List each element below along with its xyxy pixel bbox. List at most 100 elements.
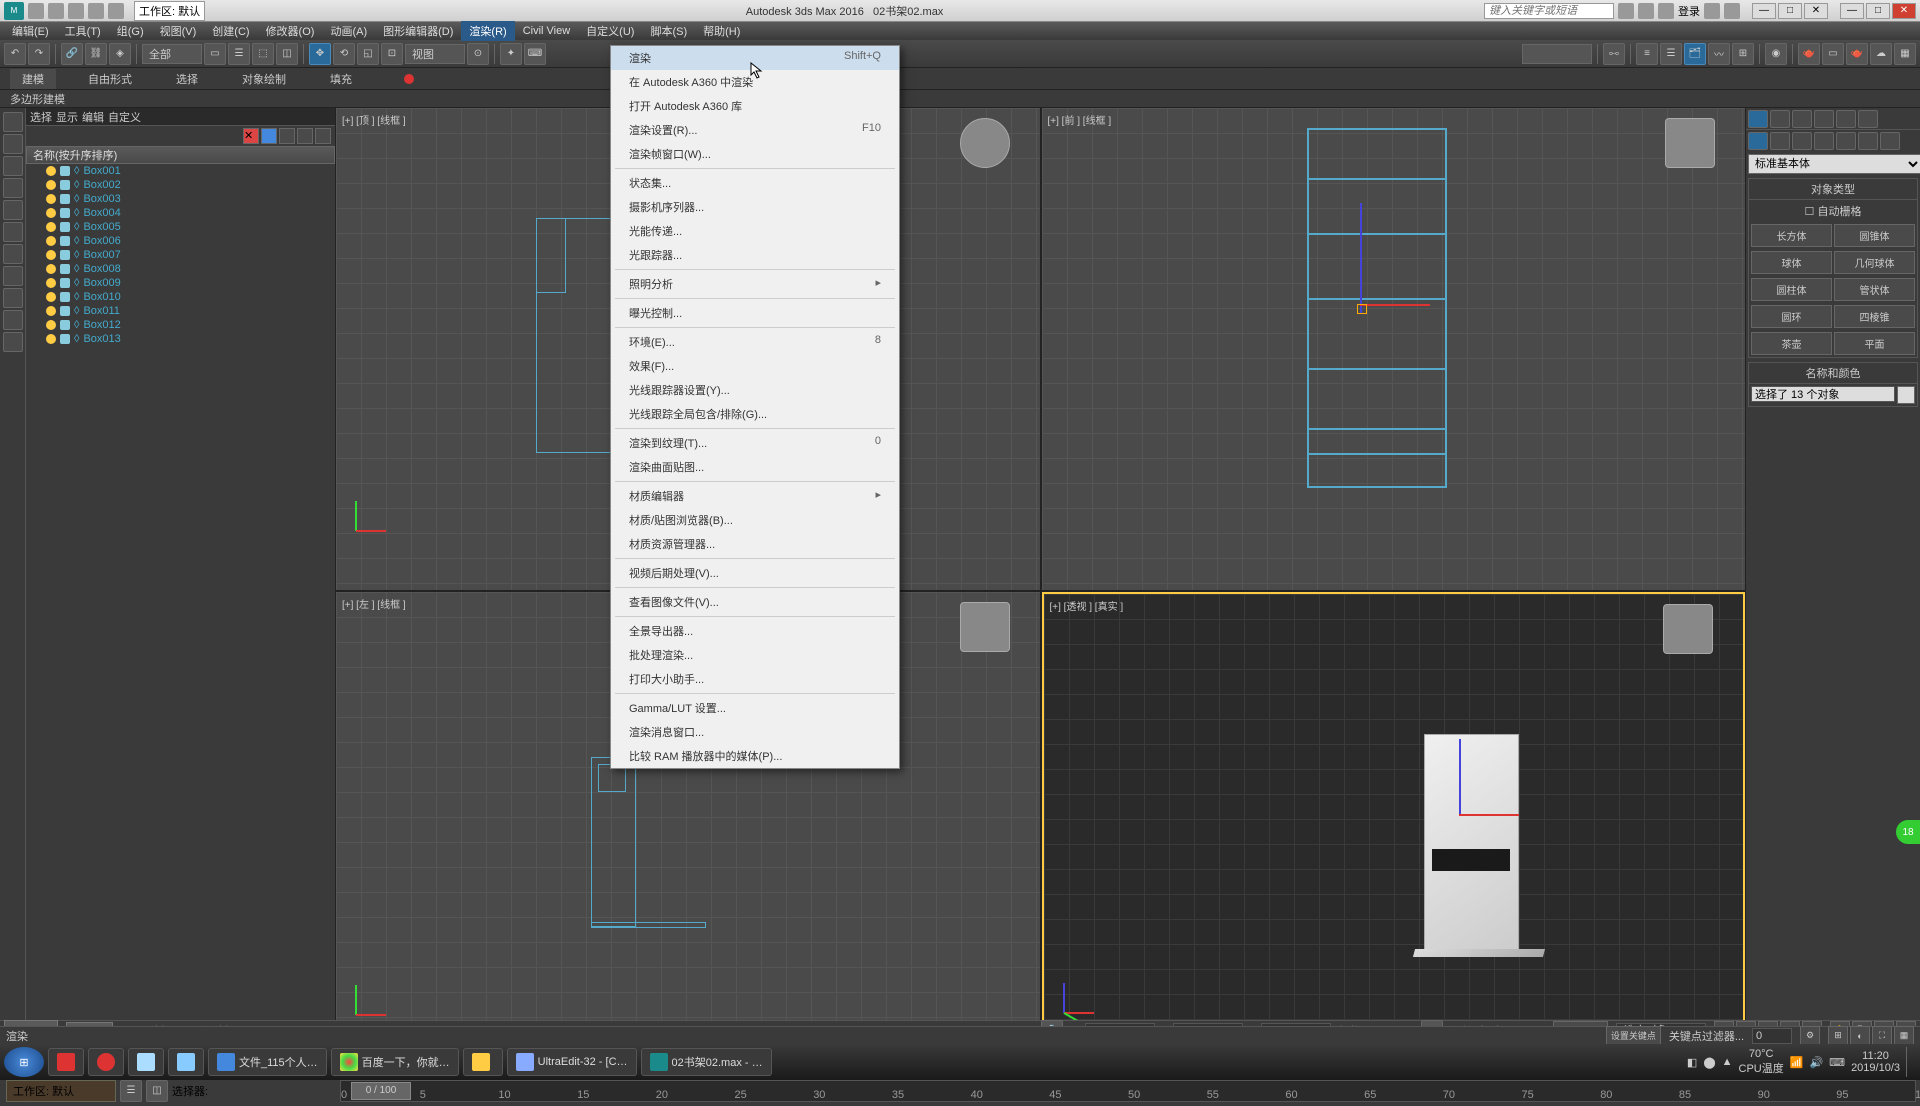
viewport-label[interactable]: [+] [顶 ] [线框 ]: [342, 112, 406, 127]
se-view-button[interactable]: [297, 128, 313, 144]
menu-自定义(U)[interactable]: 自定义(U): [578, 21, 642, 41]
menu-item[interactable]: 全景导出器...: [611, 619, 899, 643]
render-frame-button[interactable]: ▭: [1822, 43, 1844, 65]
tab-custom[interactable]: 自定义: [108, 109, 141, 125]
menu-item[interactable]: 渲染消息窗口...: [611, 720, 899, 744]
color-swatch[interactable]: [1897, 386, 1915, 404]
menu-item[interactable]: 查看图像文件(V)...: [611, 590, 899, 614]
list-item[interactable]: ◊Box002: [26, 178, 335, 192]
list-item[interactable]: ◊Box007: [26, 248, 335, 262]
list-item[interactable]: ◊Box012: [26, 318, 335, 332]
primitive-button[interactable]: 几何球体: [1834, 251, 1915, 274]
tray-icon[interactable]: ◧: [1687, 1056, 1697, 1069]
task-item[interactable]: [128, 1048, 164, 1076]
inner-close-button[interactable]: ✕: [1804, 3, 1828, 19]
filter-spacewarps-icon[interactable]: [3, 222, 23, 242]
inner-restore-button[interactable]: □: [1778, 3, 1802, 19]
qat-save-icon[interactable]: [68, 3, 84, 19]
list-item[interactable]: ◊Box013: [26, 332, 335, 346]
primitive-button[interactable]: 圆环: [1751, 305, 1832, 328]
viewport-label[interactable]: [+] [前 ] [线框 ]: [1048, 112, 1112, 127]
render-gallery-button[interactable]: ▦: [1894, 43, 1916, 65]
task-item[interactable]: [88, 1048, 124, 1076]
ribbon-tab[interactable]: 对象绘制: [230, 69, 298, 89]
key-filter-button[interactable]: 关键点过滤器...: [1669, 1028, 1744, 1044]
viewcube-icon[interactable]: [960, 118, 1010, 168]
scene-explorer-button[interactable]: 🗂: [1684, 43, 1706, 65]
close-button[interactable]: ✕: [1892, 3, 1916, 19]
filter-containers-icon[interactable]: [3, 310, 23, 330]
filter-geometry-icon[interactable]: [3, 112, 23, 132]
ref-coord-dropdown[interactable]: 视图: [405, 44, 465, 64]
menu-item[interactable]: 摄影机序列器...: [611, 195, 899, 219]
list-item[interactable]: ◊Box006: [26, 234, 335, 248]
tab-display[interactable]: 显示: [56, 109, 78, 125]
menu-item[interactable]: 在 Autodesk A360 中渲染: [611, 70, 899, 94]
infocenter-icon[interactable]: [1618, 3, 1634, 19]
menu-item[interactable]: Gamma/LUT 设置...: [611, 696, 899, 720]
keyboard-shortcut-button[interactable]: ⌨: [524, 43, 546, 65]
viewport-perspective[interactable]: [+] [透视 ] [真实 ]: [1042, 592, 1746, 1074]
select-by-name-button[interactable]: ☰: [228, 43, 250, 65]
primitive-button[interactable]: 球体: [1751, 251, 1832, 274]
select-object-button[interactable]: ▭: [204, 43, 226, 65]
qat-open-icon[interactable]: [48, 3, 64, 19]
viewcube-icon[interactable]: [1663, 604, 1713, 654]
task-item[interactable]: [168, 1048, 204, 1076]
task-item[interactable]: 文件_115个人…: [208, 1048, 327, 1076]
manipulate-button[interactable]: ✦: [500, 43, 522, 65]
create-tab-icon[interactable]: [1748, 110, 1768, 128]
menu-脚本(S)[interactable]: 脚本(S): [642, 21, 695, 41]
bind-button[interactable]: ◈: [109, 43, 131, 65]
menu-item[interactable]: 照明分析▸: [611, 272, 899, 296]
filter-bone-icon[interactable]: [3, 288, 23, 308]
primitive-button[interactable]: 长方体: [1751, 224, 1832, 247]
render-cloud-button[interactable]: ☁: [1870, 43, 1892, 65]
rotate-button[interactable]: ⟲: [333, 43, 355, 65]
redo-button[interactable]: ↷: [28, 43, 50, 65]
list-item[interactable]: ◊Box004: [26, 206, 335, 220]
user-icon[interactable]: [1658, 3, 1674, 19]
link-button[interactable]: 🔗: [61, 43, 83, 65]
tray-icon[interactable]: ⬤: [1703, 1056, 1715, 1069]
sub-ribbon-label[interactable]: 多边形建模: [10, 91, 65, 107]
unlink-button[interactable]: ⛓: [85, 43, 107, 65]
menu-编辑(E)[interactable]: 编辑(E): [4, 21, 57, 41]
material-editor-button[interactable]: ◉: [1765, 43, 1787, 65]
time-config-button[interactable]: ⚙: [1800, 1026, 1820, 1046]
auto-grid-checkbox[interactable]: ☐ 自动栅格: [1805, 206, 1862, 218]
zoom-all-button[interactable]: ⊞: [1828, 1026, 1848, 1046]
ribbon-tab[interactable]: 填充: [318, 69, 364, 89]
maximize-button[interactable]: □: [1866, 3, 1890, 19]
se-lock-button[interactable]: [261, 128, 277, 144]
vp-config-button[interactable]: ▦: [1894, 1026, 1914, 1046]
se-find-button[interactable]: [279, 128, 295, 144]
ribbon-tab[interactable]: 建模: [10, 69, 56, 89]
undo-button[interactable]: ↶: [4, 43, 26, 65]
task-item[interactable]: 02书架02.max - …: [641, 1048, 772, 1076]
list-item[interactable]: ◊Box008: [26, 262, 335, 276]
list-item[interactable]: ◊Box001: [26, 164, 335, 178]
filter-helpers-icon[interactable]: [3, 200, 23, 220]
viewport-front[interactable]: [+] [前 ] [线框 ]: [1042, 108, 1746, 590]
menu-item[interactable]: 光能传递...: [611, 219, 899, 243]
named-sets-dropdown[interactable]: [1522, 44, 1592, 64]
layer-icon[interactable]: ☰: [120, 1080, 142, 1102]
task-item[interactable]: UltraEdit-32 - [C…: [507, 1048, 637, 1076]
help-search-input[interactable]: [1484, 3, 1614, 19]
hierarchy-tab-icon[interactable]: [1792, 110, 1812, 128]
tray-icon[interactable]: ▲: [1722, 1056, 1733, 1068]
menu-item[interactable]: 渲染帧窗口(W)...: [611, 142, 899, 166]
column-header-name[interactable]: 名称(按升序排序): [26, 146, 335, 164]
max-toggle-button[interactable]: ⛶: [1872, 1026, 1892, 1046]
tab-edit[interactable]: 编辑: [82, 109, 104, 125]
menu-组(G)[interactable]: 组(G): [109, 21, 152, 41]
help-icon[interactable]: [1724, 3, 1740, 19]
menu-渲染(R)[interactable]: 渲染(R): [461, 21, 514, 41]
se-config-button[interactable]: [315, 128, 331, 144]
current-frame-input[interactable]: [1752, 1028, 1792, 1044]
systems-cat-icon[interactable]: [1880, 132, 1900, 150]
menu-Civil View[interactable]: Civil View: [515, 23, 578, 39]
curve-editor-button[interactable]: 〰: [1708, 43, 1730, 65]
menu-视图(V)[interactable]: 视图(V): [152, 21, 205, 41]
